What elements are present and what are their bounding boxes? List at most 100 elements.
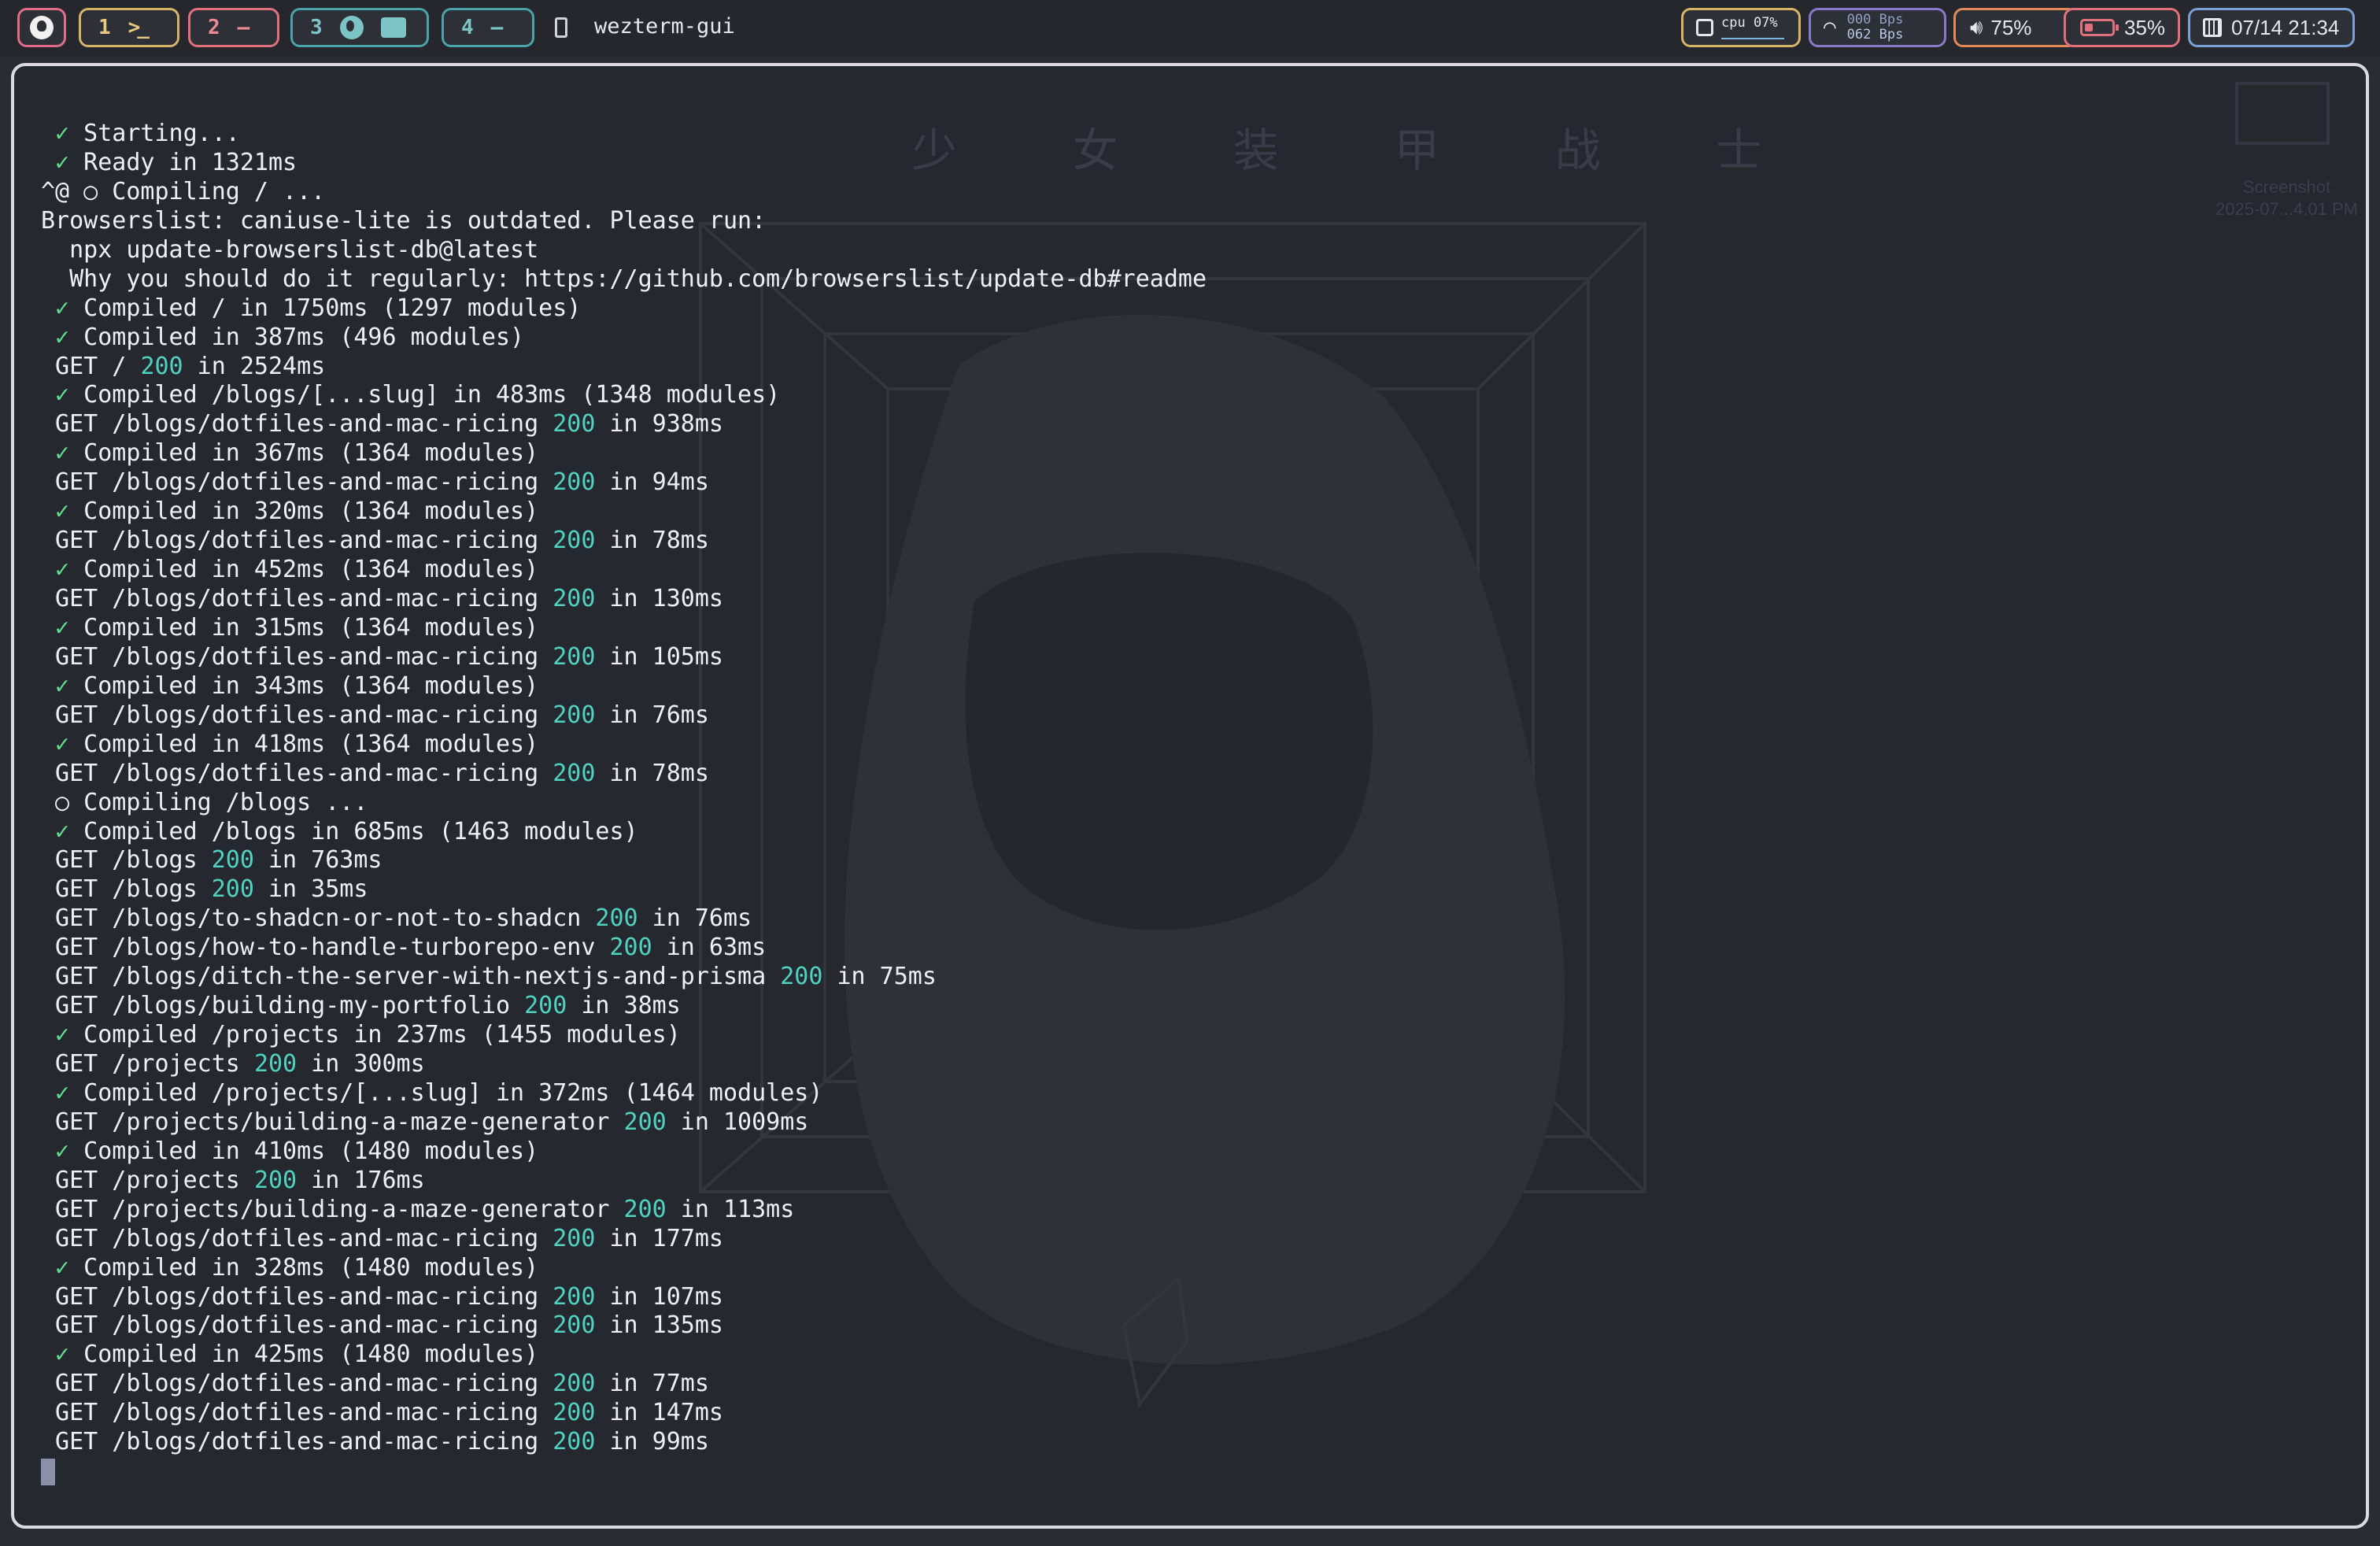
workspace-4-button[interactable]: 4 —	[442, 8, 534, 47]
success-check-icon: ✓	[41, 294, 70, 322]
line-text: GET /blogs/dotfiles-and-mac-ricing	[41, 468, 553, 497]
success-check-icon: ✓	[41, 1021, 70, 1049]
workspace-1-button[interactable]: 1 >_	[79, 8, 179, 47]
success-check-icon: ✓	[41, 120, 70, 147]
workspace-number: 3	[310, 16, 323, 39]
line-text: GET /projects	[41, 1050, 254, 1078]
terminal-line: ✓ Compiled in 328ms (1480 modules)	[41, 1254, 1207, 1283]
success-check-icon: ✓	[41, 1341, 70, 1369]
terminal-line: GET /blogs/dotfiles-and-mac-ricing 200 i…	[41, 585, 1207, 614]
terminal-window[interactable]: 少 女 装 甲 战 士 Screenshot 2025-07...4.01 PM…	[11, 63, 2369, 1529]
apple-logo-icon	[30, 16, 54, 39]
terminal-line: GET /projects 200 in 176ms	[41, 1167, 1207, 1196]
terminal-line: GET /blogs/dotfiles-and-mac-ricing 200 i…	[41, 1283, 1207, 1312]
response-time: in 2524ms	[183, 352, 326, 380]
line-text: GET /blogs/dotfiles-and-mac-ricing	[41, 701, 553, 729]
status-code: 200	[552, 410, 596, 438]
wifi-icon: ◠	[1824, 16, 1836, 39]
status-code: 200	[524, 992, 567, 1020]
status-code: 200	[552, 468, 596, 497]
status-code: 200	[552, 1224, 596, 1252]
line-text: GET /blogs	[41, 875, 212, 904]
terminal-line: ✓ Compiled in 425ms (1480 modules)	[41, 1341, 1207, 1370]
prompt-line[interactable]	[41, 1457, 1207, 1486]
terminal-line: GET /blogs/ditch-the-server-with-nextjs-…	[41, 963, 1207, 992]
volume-widget[interactable]: 🔊︎ 75%	[1953, 8, 2078, 47]
line-text: GET /blogs/dotfiles-and-mac-ricing	[41, 1428, 553, 1456]
line-text: GET /blogs/dotfiles-and-mac-ricing	[41, 410, 553, 438]
line-text: Compiled in 315ms (1364 modules)	[69, 613, 539, 642]
terminal-line: GET /blogs 200 in 763ms	[41, 846, 1207, 875]
desktop-screenshot-file[interactable]: Screenshot 2025-07...4.01 PM	[2216, 176, 2358, 220]
line-text: GET /blogs/how-to-handle-turborepo-env	[41, 934, 610, 962]
terminal-line: GET /blogs/dotfiles-and-mac-ricing 200 i…	[41, 410, 1207, 439]
line-text: Starting...	[69, 120, 240, 147]
line-text: Compiled /projects in 237ms (1455 module…	[69, 1021, 681, 1049]
terminal-line: GET /projects/building-a-maze-generator …	[41, 1196, 1207, 1225]
response-time: in 63ms	[652, 934, 767, 962]
network-widget[interactable]: ◠ 000 Bps 062 Bps	[1809, 8, 1946, 47]
battery-icon	[2080, 19, 2119, 36]
line-text: Compiled /blogs/[...slug] in 483ms (1348…	[69, 381, 781, 409]
terminal-line: ✓ Compiled in 343ms (1364 modules)	[41, 672, 1207, 701]
terminal-line: GET /blogs/dotfiles-and-mac-ricing 200 i…	[41, 1311, 1207, 1341]
terminal-line: Why you should do it regularly: https://…	[41, 265, 1207, 294]
response-time: in 130ms	[595, 585, 723, 612]
status-code: 200	[552, 759, 596, 787]
success-check-icon: ✓	[41, 730, 70, 758]
terminal-line: GET /blogs/dotfiles-and-mac-ricing 200 i…	[41, 468, 1207, 497]
success-check-icon: ✓	[41, 1078, 70, 1107]
success-check-icon: ✓	[41, 323, 70, 351]
success-check-icon: ✓	[41, 381, 70, 409]
response-time: in 38ms	[567, 992, 681, 1020]
text-cursor	[41, 1458, 55, 1485]
terminal-line: GET /blogs/how-to-handle-turborepo-env 2…	[41, 934, 1207, 963]
line-text: GET /blogs/to-shadcn-or-not-to-shadcn	[41, 904, 596, 933]
line-text: GET /blogs/building-my-portfolio	[41, 992, 525, 1020]
screenshot-thumbnail[interactable]	[2235, 82, 2330, 145]
battery-level: 35%	[2124, 15, 2166, 39]
line-text: Compiled in 452ms (1364 modules)	[69, 556, 539, 584]
terminal-line: ^@ ○ Compiling / ...	[41, 178, 1207, 207]
response-time: in 75ms	[822, 963, 937, 991]
terminal-line: ✓ Ready in 1321ms	[41, 149, 1207, 178]
status-code: 200	[609, 934, 652, 962]
success-check-icon: ✓	[41, 817, 70, 845]
terminal-line: ✓ Compiled /blogs/[...slug] in 483ms (13…	[41, 381, 1207, 410]
line-text: GET /blogs/dotfiles-and-mac-ricing	[41, 585, 553, 612]
success-check-icon: ✓	[41, 497, 70, 526]
status-code: 200	[140, 352, 183, 380]
success-check-icon: ✓	[41, 556, 70, 584]
terminal-line: ✓ Compiled in 320ms (1364 modules)	[41, 497, 1207, 527]
terminal-line: ✓ Compiled / in 1750ms (1297 modules)	[41, 294, 1207, 324]
terminal-line: ✓ Compiled in 367ms (1364 modules)	[41, 439, 1207, 468]
workspace-3-button[interactable]: 3	[290, 8, 429, 47]
terminal-line: GET /blogs/dotfiles-and-mac-ricing 200 i…	[41, 527, 1207, 556]
window-icon	[380, 17, 406, 38]
battery-widget[interactable]: 35%	[2064, 8, 2180, 47]
line-text: Compiled in 387ms (496 modules)	[69, 323, 525, 351]
line-text: Compiled /blogs in 685ms (1463 modules)	[69, 817, 638, 845]
workspace-2-button[interactable]: 2 —	[188, 8, 279, 47]
line-text: GET /blogs/dotfiles-and-mac-ricing	[41, 1224, 553, 1252]
clock-widget[interactable]: 07/14 21:34	[2188, 8, 2355, 47]
line-text: GET /projects/building-a-maze-generator	[41, 1195, 624, 1223]
terminal-line: ○ Compiling /blogs ...	[41, 789, 1207, 818]
response-time: in 76ms	[638, 904, 752, 933]
success-check-icon: ✓	[41, 1253, 70, 1282]
cpu-widget[interactable]: cpu 07%	[1681, 8, 1801, 47]
terminal-line: ✓ Compiled in 410ms (1480 modules)	[41, 1137, 1207, 1167]
success-check-icon: ✓	[41, 671, 70, 700]
line-text: Compiled / in 1750ms (1297 modules)	[69, 294, 582, 322]
terminal-line: npx update-browserslist-db@latest	[41, 236, 1207, 265]
line-text: Compiled in 343ms (1364 modules)	[69, 671, 539, 700]
success-check-icon: ✓	[41, 613, 70, 642]
line-text: GET /projects	[41, 1166, 254, 1194]
screenshot-date: 2025-07...4.01 PM	[2215, 199, 2358, 219]
response-time: in 147ms	[595, 1399, 723, 1427]
apple-menu-button[interactable]	[17, 8, 66, 47]
line-text: Browserslist: caniuse-lite is outdated. …	[41, 206, 767, 235]
terminal-output[interactable]: ✓ Starting... ✓ Ready in 1321ms ^@ ○ Comp…	[41, 120, 1207, 1486]
terminal-line: GET /blogs/dotfiles-and-mac-ricing 200 i…	[41, 760, 1207, 789]
response-time: in 78ms	[595, 527, 709, 555]
